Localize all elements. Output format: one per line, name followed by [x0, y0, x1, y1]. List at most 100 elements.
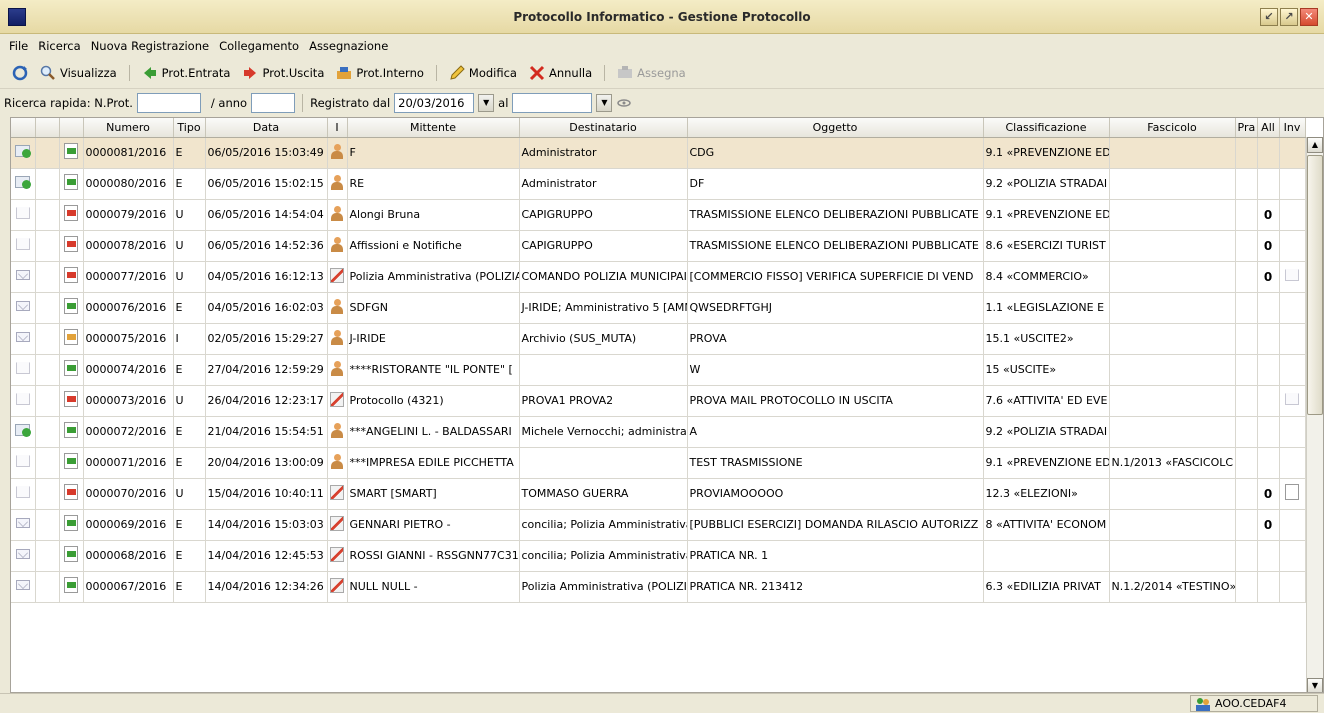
col-all[interactable]: All: [1257, 118, 1280, 138]
table-row[interactable]: 0000077/2016 U 04/05/2016 16:12:13 Polizia …: [11, 261, 1306, 293]
menu-nuova-registrazione[interactable]: Nuova Registrazione: [86, 34, 214, 58]
col-direction[interactable]: [59, 118, 84, 138]
oggetto-cell: PROVA: [687, 323, 984, 355]
all-cell: 0: [1257, 509, 1280, 541]
clear-filter-icon[interactable]: [616, 95, 632, 111]
person-icon: [330, 422, 344, 438]
col-classificazione[interactable]: Classificazione: [983, 118, 1110, 138]
incoming-doc-icon: [64, 143, 78, 159]
col-fascicolo[interactable]: Fascicolo: [1109, 118, 1236, 138]
scroll-up-button[interactable]: ▲: [1307, 137, 1323, 153]
table-row[interactable]: 0000081/2016 E 06/05/2016 15:03:49 F Adminis…: [11, 137, 1306, 169]
tipo-cell: U: [173, 478, 206, 510]
col-inv[interactable]: Inv: [1279, 118, 1306, 138]
table-row[interactable]: 0000067/2016 E 14/04/2016 12:34:26 NULL NUL…: [11, 571, 1306, 603]
toolbar: Visualizza Prot.Entrata Prot.Uscita Prot…: [0, 58, 1324, 89]
flag-cell: [35, 478, 60, 510]
vertical-scrollbar[interactable]: ▲ ▼: [1306, 137, 1323, 692]
table-row[interactable]: 0000078/2016 U 06/05/2016 14:52:36 Affissio…: [11, 230, 1306, 262]
visualizza-button[interactable]: Visualizza: [34, 60, 123, 86]
table-row[interactable]: 0000080/2016 E 06/05/2016 15:02:15 RE Admini…: [11, 168, 1306, 200]
pra-cell: [1235, 292, 1258, 324]
numero-cell: 0000077/2016: [83, 261, 174, 293]
flag-cell: [35, 261, 60, 293]
col-destinatario[interactable]: Destinatario: [519, 118, 688, 138]
col-pra[interactable]: Pra: [1235, 118, 1258, 138]
table-row[interactable]: 0000076/2016 E 04/05/2016 16:02:03 SDFGN J-I…: [11, 292, 1306, 324]
destinatario-cell: PROVA1 PROVA2: [519, 385, 688, 417]
col-numero[interactable]: Numero: [83, 118, 174, 138]
col-mittente[interactable]: Mittente: [347, 118, 520, 138]
numero-cell: 0000071/2016: [83, 447, 174, 479]
col-flag[interactable]: [35, 118, 60, 138]
menu-assegnazione[interactable]: Assegnazione: [304, 34, 393, 58]
assign-icon: [618, 66, 633, 78]
mittente-cell: Polizia Amministrativa (POLIZIA: [347, 261, 520, 293]
col-status[interactable]: [11, 118, 36, 138]
prot-entrata-button[interactable]: Prot.Entrata: [136, 60, 237, 86]
window-title: Protocollo Informatico - Gestione Protoc…: [513, 10, 811, 24]
data-cell: 26/04/2016 12:23:17: [205, 385, 328, 417]
minimize-button[interactable]: ↙: [1260, 8, 1278, 26]
maximize-button[interactable]: ↗: [1280, 8, 1298, 26]
inv-cell: [1279, 199, 1306, 231]
title-bar: Protocollo Informatico - Gestione Protoc…: [0, 0, 1324, 34]
menu-ricerca[interactable]: Ricerca: [33, 34, 85, 58]
signature-icon: [330, 515, 344, 531]
annulla-button[interactable]: Annulla: [523, 60, 598, 86]
assegna-button[interactable]: Assegna: [611, 60, 692, 86]
signature-icon: [330, 267, 344, 283]
table-row[interactable]: 0000069/2016 E 14/04/2016 15:03:03 GENNARI …: [11, 509, 1306, 541]
prot-uscita-button[interactable]: Prot.Uscita: [236, 60, 330, 86]
all-cell: 0: [1257, 478, 1280, 510]
menu-collegamento[interactable]: Collegamento: [214, 34, 304, 58]
signature-icon: [330, 546, 344, 562]
destinatario-cell: Michele Vernocchi; administrato: [519, 416, 688, 448]
col-i[interactable]: I: [327, 118, 348, 138]
data-cell: 15/04/2016 10:40:11: [205, 478, 328, 510]
table-row[interactable]: 0000071/2016 E 20/04/2016 13:00:09 ***IMPRE…: [11, 447, 1306, 479]
table-row[interactable]: 0000074/2016 E 27/04/2016 12:59:29 ****RIST…: [11, 354, 1306, 386]
inv-cell: [1279, 230, 1306, 262]
inv-cell: [1279, 354, 1306, 386]
direction-cell: [59, 230, 84, 262]
oggetto-cell: [PUBBLICI ESERCIZI] DOMANDA RILASCIO AUT…: [687, 509, 984, 541]
i-cell: [327, 292, 348, 324]
direction-cell: [59, 199, 84, 231]
col-oggetto[interactable]: Oggetto: [687, 118, 984, 138]
modifica-button[interactable]: Modifica: [443, 60, 523, 86]
table-row[interactable]: 0000073/2016 U 26/04/2016 12:23:17 Protocol…: [11, 385, 1306, 417]
inv-cell: [1279, 447, 1306, 479]
fascicolo-cell: [1109, 509, 1236, 541]
table-row[interactable]: 0000072/2016 E 21/04/2016 15:54:51 ***ANGEL…: [11, 416, 1306, 448]
refresh-button[interactable]: [6, 60, 34, 86]
table-row[interactable]: 0000075/2016 I 02/05/2016 15:29:27 J-IRIDE A…: [11, 323, 1306, 355]
col-tipo[interactable]: Tipo: [173, 118, 206, 138]
outgoing-doc-icon: [64, 484, 78, 500]
registrato-dal-input[interactable]: 20/03/2016: [394, 93, 475, 113]
nprot-input[interactable]: [136, 93, 201, 113]
scroll-down-button[interactable]: ▼: [1307, 678, 1323, 692]
all-cell: [1257, 385, 1280, 417]
registrato-dal-dropdown[interactable]: ▼: [478, 94, 495, 112]
numero-cell: 0000076/2016: [83, 292, 174, 324]
mittente-cell: Alongi Bruna: [347, 199, 520, 231]
al-dropdown[interactable]: ▼: [596, 94, 613, 112]
tipo-cell: E: [173, 292, 206, 324]
close-button[interactable]: ✕: [1300, 8, 1318, 26]
data-cell: 20/04/2016 13:00:09: [205, 447, 328, 479]
destinatario-cell: concilia; Polizia Amministrativa (: [519, 509, 688, 541]
scroll-thumb[interactable]: [1307, 155, 1323, 415]
i-cell: [327, 137, 348, 169]
anno-input[interactable]: [251, 93, 296, 113]
table-row[interactable]: 0000079/2016 U 06/05/2016 14:54:04 Alongi B…: [11, 199, 1306, 231]
al-input[interactable]: [512, 93, 593, 113]
prot-interno-button[interactable]: Prot.Interno: [330, 60, 430, 86]
oggetto-cell: PROVIAMOOOOO: [687, 478, 984, 510]
col-data[interactable]: Data: [205, 118, 328, 138]
mail-sent-ok-icon: [14, 144, 31, 158]
table-row[interactable]: 0000070/2016 U 15/04/2016 10:40:11 SMART [S…: [11, 478, 1306, 510]
menu-file[interactable]: File: [4, 34, 33, 58]
table-row[interactable]: 0000068/2016 E 14/04/2016 12:45:53 ROSSI GI…: [11, 540, 1306, 572]
status-cell: [11, 354, 36, 386]
